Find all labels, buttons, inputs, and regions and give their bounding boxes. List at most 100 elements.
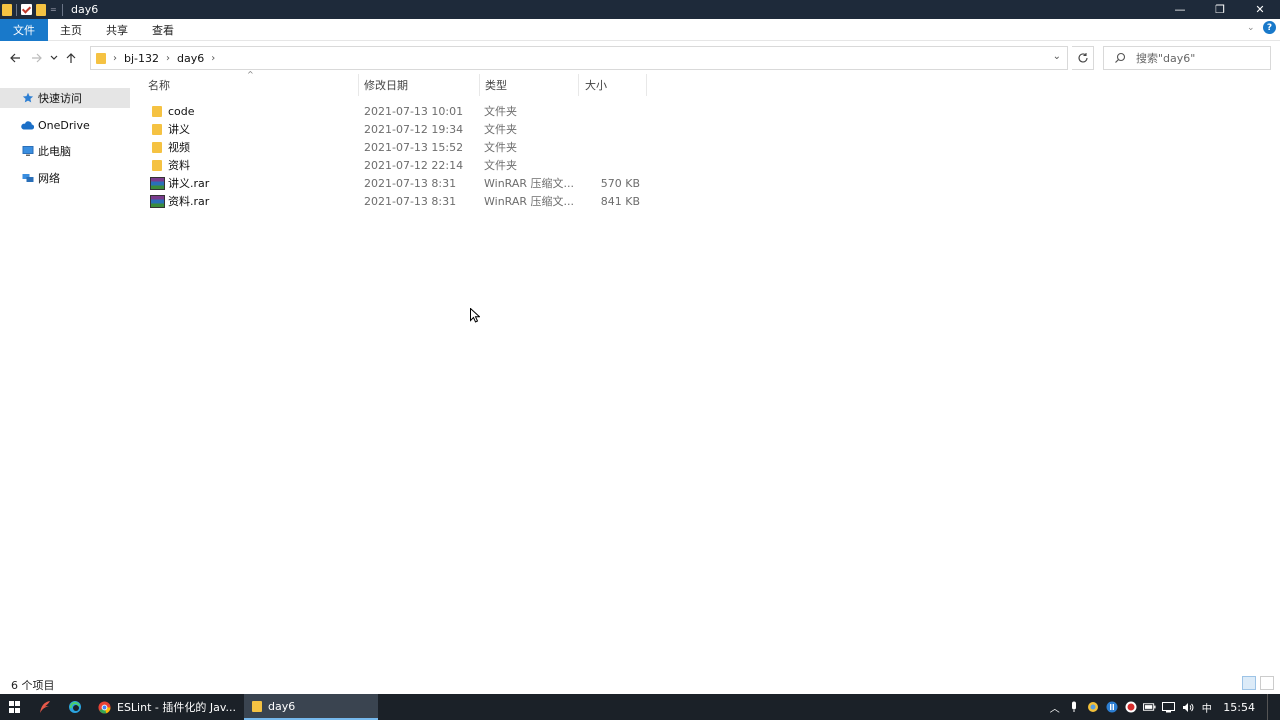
input-method-indicator[interactable]: 中 bbox=[1200, 701, 1213, 715]
item-count-status: 6 个项目 bbox=[11, 679, 55, 692]
breadcrumb-day6[interactable]: day6 bbox=[177, 52, 204, 65]
cloud-icon bbox=[20, 119, 34, 131]
nav-item-quick-access[interactable]: 快速访问 bbox=[0, 88, 130, 108]
column-divider[interactable] bbox=[578, 74, 579, 96]
navigation-pane: 快速访问 OneDrive 此电脑 网络 bbox=[0, 74, 131, 674]
customize-toolbar-icon[interactable]: = bbox=[50, 5, 58, 14]
column-header-type[interactable]: 类型 bbox=[485, 74, 577, 96]
file-row[interactable]: code 2021-07-13 10:01 文件夹 bbox=[146, 102, 646, 120]
file-name: 资料 bbox=[168, 159, 190, 172]
column-divider[interactable] bbox=[479, 74, 480, 96]
file-name: 视频 bbox=[168, 141, 190, 154]
battery-icon[interactable] bbox=[1143, 701, 1156, 714]
show-hidden-icons-icon[interactable]: ︿ bbox=[1048, 701, 1061, 715]
folder-icon bbox=[2, 3, 12, 16]
search-input[interactable] bbox=[1136, 51, 1256, 65]
restore-button[interactable]: ❐ bbox=[1200, 0, 1240, 19]
volume-icon[interactable] bbox=[1181, 701, 1194, 714]
minimize-button[interactable]: — bbox=[1160, 0, 1200, 19]
folder-icon bbox=[149, 139, 165, 155]
forward-button[interactable] bbox=[26, 47, 48, 69]
nav-item-network[interactable]: 网络 bbox=[0, 168, 130, 188]
column-divider[interactable] bbox=[646, 74, 647, 96]
expand-ribbon-icon[interactable]: ⌄ bbox=[1247, 23, 1257, 33]
search-box[interactable] bbox=[1103, 46, 1271, 70]
breadcrumb-separator-icon[interactable]: › bbox=[113, 53, 117, 64]
tab-file[interactable]: 文件 bbox=[0, 18, 48, 41]
nav-item-label: OneDrive bbox=[38, 118, 90, 132]
file-row[interactable]: 讲义.rar 2021-07-13 8:31 WinRAR 压缩文... 570… bbox=[146, 174, 646, 192]
toolbar-divider bbox=[62, 3, 63, 16]
file-name-cell: 资料 bbox=[146, 156, 190, 174]
tab-home[interactable]: 主页 bbox=[48, 19, 94, 41]
taskbar-app-chrome[interactable]: ESLint - 插件化的 Jav... bbox=[90, 694, 244, 720]
refresh-button[interactable] bbox=[1072, 46, 1094, 70]
taskbar-app-edge[interactable] bbox=[60, 694, 90, 720]
chrome-icon bbox=[98, 700, 111, 714]
weather-icon[interactable] bbox=[1086, 701, 1099, 714]
search-icon bbox=[1115, 52, 1126, 63]
app-tray-icon[interactable] bbox=[1105, 701, 1118, 714]
file-date: 2021-07-13 8:31 bbox=[364, 176, 457, 190]
microphone-icon[interactable] bbox=[1067, 701, 1080, 714]
ribbon-right: ⌄ ? bbox=[1247, 21, 1276, 34]
large-icons-view-button[interactable] bbox=[1260, 676, 1274, 690]
file-size bbox=[566, 120, 640, 138]
new-folder-icon[interactable] bbox=[36, 3, 46, 16]
file-type: 文件夹 bbox=[484, 159, 517, 172]
back-button[interactable] bbox=[4, 47, 26, 69]
chevron-down-icon[interactable]: ⌄ bbox=[1053, 51, 1061, 62]
record-icon[interactable] bbox=[1124, 701, 1137, 714]
tab-view[interactable]: 查看 bbox=[140, 19, 186, 41]
taskbar-app-explorer[interactable]: day6 bbox=[244, 694, 378, 720]
tab-share[interactable]: 共享 bbox=[94, 19, 140, 41]
file-name-cell: 视频 bbox=[146, 138, 190, 156]
file-name: 讲义 bbox=[168, 123, 190, 136]
column-header-date[interactable]: 修改日期 bbox=[364, 74, 478, 96]
breadcrumb-separator-icon[interactable]: › bbox=[211, 53, 215, 64]
recent-locations-button[interactable] bbox=[48, 47, 60, 69]
ribbon-tabs: 文件 主页 共享 查看 ⌄ ? bbox=[0, 18, 1280, 41]
file-row[interactable]: 资料 2021-07-12 22:14 文件夹 bbox=[146, 156, 646, 174]
taskbar-app-feather[interactable] bbox=[30, 694, 60, 720]
file-type: WinRAR 压缩文... bbox=[484, 177, 575, 190]
details-view-button[interactable] bbox=[1242, 676, 1256, 690]
file-type: WinRAR 压缩文... bbox=[484, 195, 575, 208]
up-button[interactable] bbox=[60, 47, 82, 69]
file-size: 841 KB bbox=[600, 194, 640, 208]
breadcrumb-separator-icon[interactable]: › bbox=[166, 53, 170, 64]
refresh-icon bbox=[1077, 53, 1088, 63]
file-date: 2021-07-13 15:52 bbox=[364, 140, 464, 154]
help-icon[interactable]: ? bbox=[1263, 21, 1276, 34]
windows-logo-icon bbox=[9, 701, 21, 713]
file-size: 570 KB bbox=[600, 176, 640, 190]
start-button[interactable] bbox=[0, 694, 30, 720]
file-row[interactable]: 讲义 2021-07-12 19:34 文件夹 bbox=[146, 120, 646, 138]
chevron-down-icon bbox=[50, 55, 58, 60]
nav-item-this-pc[interactable]: 此电脑 bbox=[0, 141, 130, 161]
clock[interactable]: 15:54 bbox=[1223, 701, 1255, 714]
network-status-icon[interactable] bbox=[1162, 701, 1176, 714]
folder-icon bbox=[252, 700, 262, 712]
file-size bbox=[566, 102, 640, 120]
nav-item-onedrive[interactable]: OneDrive bbox=[0, 115, 130, 135]
file-name: 讲义.rar bbox=[168, 177, 210, 190]
properties-icon[interactable] bbox=[21, 4, 32, 15]
network-icon bbox=[22, 172, 34, 184]
file-type: 文件夹 bbox=[484, 105, 517, 118]
column-header-name[interactable]: 名称 bbox=[146, 74, 358, 96]
file-row[interactable]: 资料.rar 2021-07-13 8:31 WinRAR 压缩文... 841… bbox=[146, 192, 646, 210]
column-divider[interactable] bbox=[358, 74, 359, 96]
column-header-size[interactable]: 大小 bbox=[585, 74, 645, 96]
file-name-cell: 讲义 bbox=[146, 120, 190, 138]
taskbar-app-label: ESLint - 插件化的 Jav... bbox=[117, 701, 236, 714]
breadcrumb-bj-132[interactable]: bj-132 bbox=[124, 52, 159, 65]
close-button[interactable]: ✕ bbox=[1240, 0, 1280, 19]
address-bar[interactable]: › bj-132 › day6 › ⌄ bbox=[90, 46, 1068, 70]
quick-access-toolbar: = bbox=[0, 0, 63, 19]
show-desktop-button[interactable] bbox=[1267, 694, 1268, 720]
file-name-cell: code bbox=[146, 102, 195, 120]
nav-item-label: 网络 bbox=[38, 172, 60, 185]
file-row[interactable]: 视频 2021-07-13 15:52 文件夹 bbox=[146, 138, 646, 156]
file-type: 文件夹 bbox=[484, 141, 517, 154]
